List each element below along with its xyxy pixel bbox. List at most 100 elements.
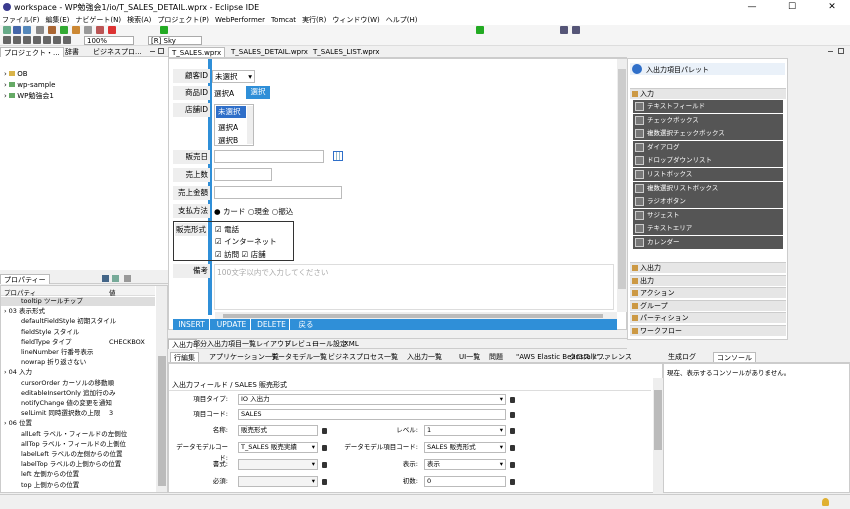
tab-console[interactable]: コンソール — [713, 352, 756, 362]
required-select[interactable]: ▾ — [238, 476, 318, 487]
detail-scrollbar[interactable] — [653, 378, 663, 493]
bottom-tab[interactable]: 問題 — [486, 352, 506, 362]
maximize-button[interactable]: ☐ — [778, 0, 806, 14]
palette-section[interactable]: パーティション — [630, 312, 786, 324]
tab-project-explorer[interactable]: プロジェクト・... — [0, 47, 64, 57]
same-width-icon[interactable] — [53, 36, 61, 44]
radio-transfer[interactable]: ○振込 — [272, 207, 294, 216]
note-textarea[interactable]: 100文字以内で入力してください — [214, 264, 614, 310]
tab-properties[interactable]: プロパティー — [0, 274, 50, 284]
play-icon[interactable] — [160, 26, 168, 34]
palette-item[interactable]: ダイアログ — [633, 140, 783, 154]
save-icon[interactable] — [13, 26, 21, 34]
canvas-scrollbar[interactable] — [617, 59, 627, 312]
same-height-icon[interactable] — [63, 36, 71, 44]
maximize-icon[interactable] — [158, 48, 164, 54]
server-icon[interactable] — [84, 26, 92, 34]
props-row[interactable]: selLimit 同時選択数の上限 3 — [1, 409, 155, 418]
categories-icon[interactable] — [102, 275, 109, 282]
quantity-input[interactable] — [214, 168, 272, 181]
initial-input[interactable]: 0 — [424, 476, 506, 487]
maximize-icon[interactable] — [838, 48, 844, 54]
calendar-icon[interactable] — [333, 151, 343, 161]
props-row[interactable]: notifyChange 値の変更を通知 — [1, 399, 155, 408]
props-scrollbar[interactable] — [156, 286, 167, 492]
palette-section[interactable]: ワークフロー — [630, 325, 786, 336]
search-icon[interactable] — [96, 26, 104, 34]
tab-t-sales-list[interactable]: T_SALES_LIST.wprx — [310, 47, 382, 57]
props-row[interactable]: fieldStyle スタイル — [1, 328, 155, 337]
print-icon[interactable] — [36, 26, 44, 34]
menu-tomcat[interactable]: Tomcat — [271, 16, 296, 24]
checkbox-internet[interactable]: ☑ インターネット — [215, 236, 277, 247]
props-row[interactable]: › 03 表示形式 — [1, 307, 155, 316]
dm-code-select[interactable]: T_SALES 販売実績 ▾ — [238, 442, 318, 453]
menu-webperformer[interactable]: WebPerformer — [215, 16, 265, 24]
palette-item[interactable]: 複数選択チェックボックス — [633, 127, 783, 141]
stop-icon[interactable] — [108, 26, 116, 34]
props-row[interactable]: allTop ラベル・フィールドの上側位 — [1, 440, 155, 449]
update-button[interactable]: UPDATE — [213, 319, 251, 330]
palette-item[interactable]: テキストエリア — [633, 222, 783, 236]
view-menu-icon[interactable] — [124, 275, 131, 282]
palette-item[interactable]: リストボックス — [633, 168, 783, 181]
name-input[interactable]: 販売形式 — [238, 425, 318, 436]
align-top-icon[interactable] — [33, 36, 41, 44]
tab-business-process[interactable]: ビジネスプロ... — [90, 47, 145, 57]
amount-input[interactable] — [214, 186, 342, 199]
align-right-icon[interactable] — [23, 36, 31, 44]
bottom-tab[interactable]: 行編集 — [170, 352, 199, 362]
store-id-listbox[interactable]: 未選択 選択A 選択B — [214, 104, 254, 146]
minimize-icon[interactable] — [828, 51, 833, 52]
palette-section[interactable]: アクション — [630, 287, 786, 299]
props-row[interactable]: editableInsertOnly 追加行のみ — [1, 389, 155, 398]
save-all-icon[interactable] — [23, 26, 31, 34]
palette-section[interactable]: 入出力 — [630, 262, 786, 273]
store-option-0[interactable]: 未選択 — [216, 106, 246, 118]
align-center-icon[interactable] — [13, 36, 21, 44]
back-button[interactable]: 戻る — [294, 319, 318, 330]
props-row[interactable]: › 04 入力 — [1, 368, 155, 377]
radio-card[interactable]: ● カード — [214, 207, 245, 216]
menu-navigate[interactable]: ナビゲート(N) — [75, 15, 121, 25]
tab-gen-log[interactable]: 生成ログ — [665, 352, 699, 362]
customer-id-select[interactable]: 未選択 ▾ — [212, 70, 255, 83]
align-bottom-icon[interactable] — [43, 36, 51, 44]
store-option-1[interactable]: 選択A — [218, 122, 238, 133]
checkbox-phone[interactable]: ☑ 電話 — [215, 224, 239, 235]
run-icon[interactable] — [60, 26, 68, 34]
delete-button[interactable]: DELETE — [254, 319, 290, 330]
tab-xml[interactable]: XML — [341, 339, 362, 349]
store-option-2[interactable]: 選択B — [218, 135, 238, 146]
menu-window[interactable]: ウィンドウ(W) — [332, 15, 379, 25]
tab-t-sales[interactable]: T_SALES.wprx — [168, 47, 226, 57]
item-type-select[interactable]: IO 入出力 ▾ — [238, 394, 506, 405]
props-row[interactable]: labelTop ラベルの上側からの位置 — [1, 460, 155, 469]
props-row[interactable]: lineNumber 行番号表示 — [1, 348, 155, 357]
tab-t-sales-detail[interactable]: T_SALES_DETAIL.wprx — [228, 47, 311, 57]
props-row[interactable]: cursorOrder カーソルの移動順 — [1, 379, 155, 388]
tree-item-wp-study[interactable]: › WP勉強会1 — [4, 91, 54, 101]
insert-button[interactable]: INSERT — [174, 319, 210, 330]
palette-item[interactable]: テキストフィールド — [633, 100, 783, 113]
menu-help[interactable]: ヘルプ(H) — [386, 15, 418, 25]
format-select[interactable]: ▾ — [238, 459, 318, 470]
tab-dictionary[interactable]: 辞書 — [62, 47, 82, 57]
advanced-icon[interactable] — [112, 275, 119, 282]
tree-item-ob[interactable]: › OB — [4, 70, 28, 78]
props-row[interactable]: top 上側からの位置 — [1, 481, 155, 490]
listbox-scrollbar[interactable] — [247, 106, 253, 144]
bottom-tab[interactable]: 入出力一覧 — [404, 352, 445, 362]
menu-file[interactable]: ファイル(F) — [2, 15, 40, 25]
display-select[interactable]: 表示 ▾ — [424, 459, 506, 470]
palette-section[interactable]: 出力 — [630, 274, 786, 286]
zoom-combo[interactable]: 100% — [84, 36, 134, 45]
tree-item-wp-sample[interactable]: › wp-sample — [4, 81, 55, 89]
menu-project[interactable]: プロジェクト(P) — [157, 15, 209, 25]
minimize-button[interactable]: — — [738, 0, 766, 14]
checkbox-visit-store[interactable]: ☑ 訪問 ☑ 店舗 — [215, 249, 266, 260]
nav-back-icon[interactable] — [560, 26, 568, 34]
palette-item[interactable]: カレンダー — [633, 236, 783, 249]
palette-item[interactable]: 複数選択リストボックス — [633, 181, 783, 195]
new-icon[interactable] — [3, 26, 11, 34]
